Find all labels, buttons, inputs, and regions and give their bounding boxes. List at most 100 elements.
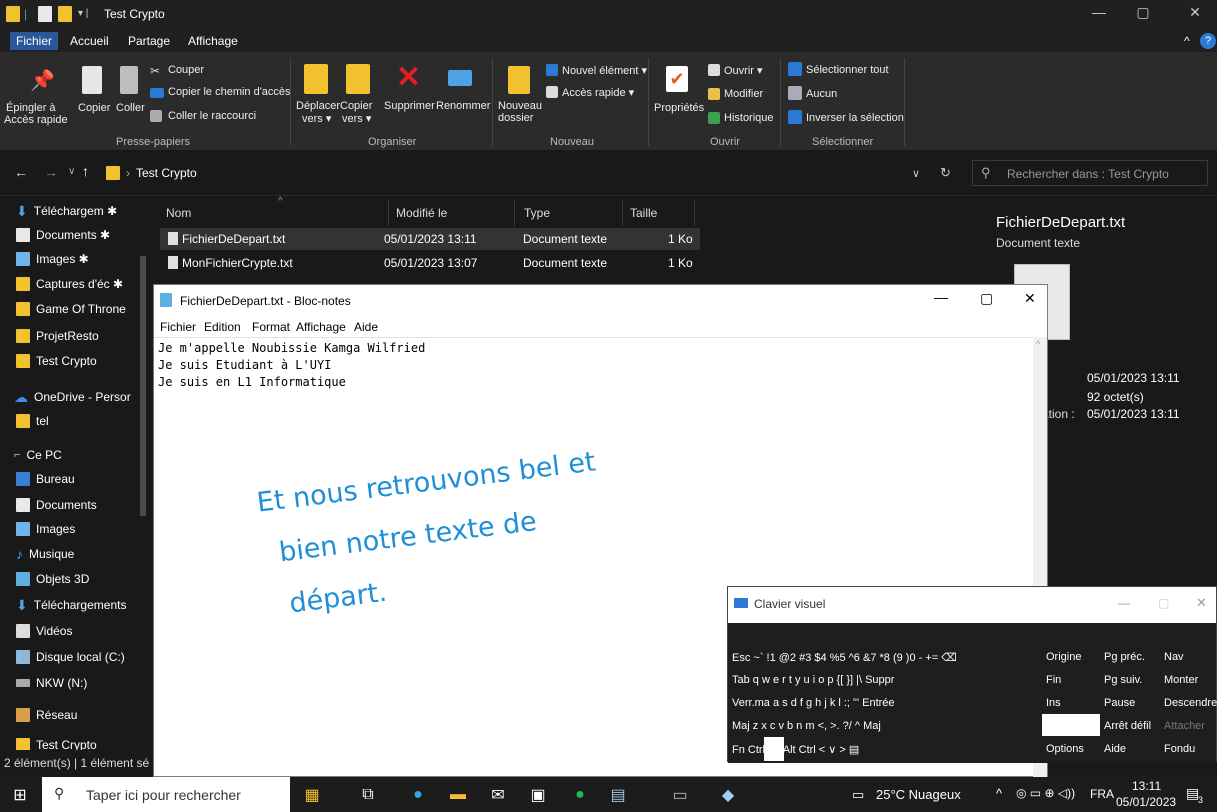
clock-time[interactable]: 13:11 [1132, 779, 1161, 793]
properties-button[interactable]: Propriétés [654, 102, 704, 114]
minimize-button[interactable]: — [1084, 4, 1114, 20]
notepad-menu-affichage[interactable]: Affichage [296, 320, 346, 334]
mail-icon[interactable]: ✉ [486, 783, 510, 807]
osk-minimize-button[interactable]: — [1118, 596, 1130, 610]
nav-item-tel[interactable]: tel [16, 410, 49, 432]
address-dropdown-icon[interactable]: ∨ [912, 167, 920, 180]
osk-row-asdf[interactable]: Verr.ma a s d f g h j k l :; "' Entrée [732, 692, 1038, 714]
osk-key-aide[interactable]: Aide [1104, 738, 1160, 760]
osk-maximize-button[interactable]: ▢ [1158, 596, 1169, 610]
table-row[interactable]: MonFichierCrypte.txt 05/01/2023 13:07 Do… [160, 252, 700, 274]
scroll-up-icon[interactable]: ^ [1036, 339, 1040, 349]
select-all-button[interactable]: Sélectionner tout [806, 64, 889, 76]
osk-key-ins[interactable]: Ins [1046, 692, 1102, 714]
new-folder-line1[interactable]: Nouveau [498, 100, 542, 112]
copy-to-line1[interactable]: Copier [340, 100, 372, 112]
osk-key-origine[interactable]: Origine [1046, 646, 1102, 668]
column-header-type[interactable]: Type [524, 206, 550, 220]
osk-key-attacher[interactable]: Attacher [1164, 715, 1217, 737]
column-header-modifie[interactable]: Modifié le [396, 206, 447, 220]
osk-key-pg-prec[interactable]: Pg préc. [1104, 646, 1160, 668]
windows-start-icon[interactable]: ⊞ [8, 783, 32, 807]
copy-to-line2[interactable]: vers ▾ [342, 112, 371, 125]
nav-item-nkw[interactable]: NKW (N:) [16, 672, 87, 694]
chevron-up-icon[interactable]: ^ [996, 786, 1002, 801]
tab-affichage[interactable]: Affichage [188, 34, 238, 48]
paste-shortcut-button[interactable]: Coller le raccourci [168, 110, 256, 122]
history-button[interactable]: Historique [724, 112, 774, 124]
notepad-menu-format[interactable]: Format [252, 320, 290, 334]
language-indicator[interactable]: FRA [1090, 787, 1114, 801]
task-view-icon[interactable]: ⧉ [356, 783, 380, 807]
tab-accueil[interactable]: Accueil [70, 34, 109, 48]
column-separator[interactable] [622, 200, 623, 226]
ribbon-expand-icon[interactable]: ^ [1184, 34, 1190, 48]
nav-item-objets-3d[interactable]: Objets 3D [16, 568, 89, 590]
open-button[interactable]: Ouvrir ▾ [724, 64, 763, 77]
forward-arrow-icon[interactable]: → [44, 164, 58, 180]
nav-item-telechargements[interactable]: ⬇ Téléchargements [16, 594, 126, 616]
nav-item-bureau[interactable]: Bureau [16, 468, 75, 490]
osk-key-blank[interactable] [764, 737, 784, 761]
notepad-menu-aide[interactable]: Aide [354, 320, 378, 334]
breadcrumb-test-crypto[interactable]: Test Crypto [136, 166, 197, 180]
edit-button[interactable]: Modifier [724, 88, 763, 100]
help-icon[interactable]: ? [1200, 33, 1216, 49]
invert-selection-button[interactable]: Inverser la sélection [806, 112, 904, 124]
osk-row-zxcv[interactable]: Maj z x c v b n m <, >. ?/ ^ Maj [732, 715, 1038, 737]
nav-item-images-pinned[interactable]: Images ✱ [16, 248, 89, 270]
close-button[interactable]: ✕ [1180, 4, 1210, 21]
column-header-taille[interactable]: Taille [630, 206, 657, 220]
osk-key-arret-defil[interactable]: Arrêt défil [1104, 715, 1160, 737]
osk-key-options[interactable]: Options [1046, 738, 1102, 760]
osk-key-fondu[interactable]: Fondu [1164, 738, 1217, 760]
notepad-menu-edition[interactable]: Edition [204, 320, 241, 334]
osk-key-monter[interactable]: Monter [1164, 669, 1217, 691]
store-icon[interactable]: ▣ [526, 783, 550, 807]
nav-item-documents[interactable]: Documents [16, 494, 97, 516]
osk-key-blank[interactable] [1042, 714, 1100, 736]
notepad-menu-fichier[interactable]: Fichier [160, 320, 196, 334]
customize-quick-access-icon[interactable]: ▾ | [78, 8, 88, 24]
osk-key-nav[interactable]: Nav [1164, 646, 1217, 668]
column-separator[interactable] [514, 200, 515, 226]
taskbar-search-box[interactable]: ⚲ Taper ici pour rechercher [42, 777, 290, 812]
nav-item-disque-local[interactable]: Disque local (C:) [16, 646, 125, 668]
nav-item-test-crypto-2[interactable]: Test Crypto [16, 734, 97, 750]
column-separator[interactable] [388, 200, 389, 226]
osk-key-fin[interactable]: Fin [1046, 669, 1102, 691]
table-row[interactable]: FichierDeDepart.txt 05/01/2023 13:11 Doc… [160, 228, 700, 250]
refresh-icon[interactable]: ↻ [940, 165, 951, 181]
nav-item-onedrive[interactable]: ☁ OneDrive - Persor [14, 386, 131, 408]
pin-button-line1[interactable]: Épingler à [6, 102, 56, 114]
tab-partage[interactable]: Partage [128, 34, 170, 48]
nav-item-projetresto[interactable]: ProjetResto [16, 325, 99, 347]
delete-button[interactable]: Supprimer [384, 100, 435, 112]
move-to-line1[interactable]: Déplacer [296, 100, 340, 112]
notepad-maximize-button[interactable]: ▢ [980, 290, 993, 307]
clock-date[interactable]: 05/01/2023 [1116, 795, 1176, 809]
notepad-taskbar-icon[interactable]: ◆ [716, 783, 740, 807]
nav-item-documents-pinned[interactable]: Documents ✱ [16, 224, 110, 246]
tab-fichier[interactable]: Fichier [10, 32, 59, 50]
osk-key-pause[interactable]: Pause [1104, 692, 1160, 714]
calendar-app-icon[interactable]: ▦ [300, 783, 324, 807]
notepad-close-button[interactable]: ✕ [1024, 290, 1036, 307]
nav-item-game-of-thrones[interactable]: Game Of Throne [16, 298, 126, 320]
nav-item-images[interactable]: Images [16, 518, 75, 540]
address-field[interactable]: › Test Crypto ∨ ↻ [100, 160, 960, 186]
weather-text[interactable]: 25°C Nuageux [876, 787, 961, 802]
new-folder-line2[interactable]: dossier [498, 112, 533, 124]
cut-button[interactable]: Couper [168, 64, 204, 76]
easy-access-button[interactable]: Accès rapide ▾ [562, 86, 634, 99]
paste-button[interactable]: Coller [116, 102, 145, 114]
weather-icon[interactable]: ▭ [852, 787, 864, 803]
new-folder-icon[interactable] [58, 6, 72, 22]
select-none-button[interactable]: Aucun [806, 88, 837, 100]
back-arrow-icon[interactable]: ← [14, 164, 28, 180]
nav-item-reseau[interactable]: Réseau [16, 704, 77, 726]
column-header-nom[interactable]: Nom [166, 206, 191, 220]
system-tray-icons[interactable]: ◎ ▭ ⊕ ◁)) [1016, 786, 1075, 800]
nav-item-videos[interactable]: Vidéos [16, 620, 72, 642]
nav-item-downloads-pinned[interactable]: ⬇ Téléchargem ✱ [16, 200, 117, 222]
